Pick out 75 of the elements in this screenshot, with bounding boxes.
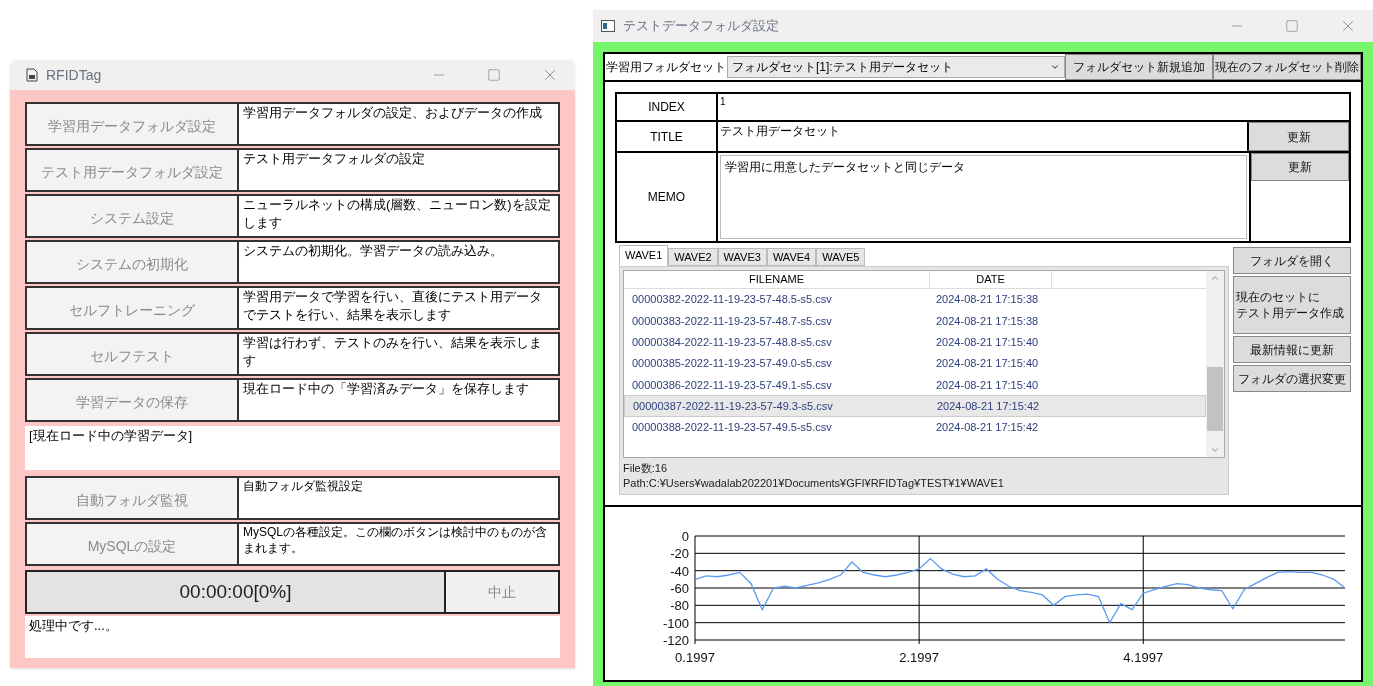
status-text: 処理中です...。: [25, 616, 560, 658]
file-row[interactable]: 00000385-2022-11-19-23-57-49.0-s5.csv 2024-08-21 17:15:40: [624, 352, 1206, 375]
caret-icon[interactable]: [1210, 273, 1220, 283]
window-title: テストデータフォルダ設定: [623, 17, 779, 36]
tick-label: -60: [670, 580, 689, 596]
tick-label: -120: [662, 632, 689, 648]
file-row[interactable]: 00000387-2022-11-19-23-57-49.3-s5.csv 2024-08-21 17:15:42: [624, 395, 1206, 417]
date-cell-text: 2024-08-21 17:15:42: [936, 398, 1041, 414]
folder-set-label: 学習用フォルダセット: [605, 59, 727, 76]
description-text: 学習用データフォルダの設定、およびデータの作成: [239, 102, 560, 146]
file-count-text: File数:16: [623, 461, 669, 476]
filename-cell-text: 00000384-2022-11-19-23-57-48.8-s5.csv: [631, 335, 833, 350]
tick-label: 0: [681, 528, 689, 544]
date-cell-text: 2024-08-21 17:15:40: [935, 377, 1040, 393]
tab[interactable]: WAVE3: [717, 248, 767, 266]
filename-cell-text: 00000385-2022-11-19-23-57-49.0-s5.csv: [631, 356, 833, 372]
maximize-icon[interactable]: [487, 68, 501, 82]
folder-set-dropdown[interactable]: フォルダセット[1]:テスト用データセット: [727, 56, 1065, 78]
tick-label: 4.1997: [1123, 649, 1164, 665]
description-text: 学習用データで学習を行い、直後にテスト用データでテストを行い、結果を表示します: [239, 286, 560, 330]
tick-label: 2.1997: [899, 649, 939, 665]
tick-label: -20: [670, 545, 689, 561]
description-text: ニューラルネットの構成(層数、ニューロン数)を設定します: [239, 194, 560, 238]
filename-cell-text: 00000387-2022-11-19-23-57-49.3-s5.csv: [632, 398, 834, 414]
field-label: MEMO: [617, 153, 718, 241]
file-row[interactable]: 00000384-2022-11-19-23-57-48.8-s5.csv 2024-08-21 17:15:40: [624, 331, 1206, 353]
tick-label: 0.1997: [675, 649, 715, 665]
update-button[interactable]: 更新: [1251, 153, 1349, 181]
date-cell-text: 2024-08-21 17:15:42: [935, 420, 1040, 436]
description-text: 自動フォルダ監視設定: [239, 476, 560, 520]
field-label: INDEX: [617, 94, 718, 120]
loaded-data-field: [現在ロード中の学習データ]: [25, 426, 560, 470]
tick-label: -40: [670, 563, 689, 579]
date-cell-text: 2024-08-21 17:15:40: [935, 335, 1040, 350]
file-row[interactable]: 00000386-2022-11-19-23-57-49.1-s5.csv 2024-08-21 17:15:40: [624, 374, 1206, 396]
description-text: システムの初期化。学習データの読み込み。: [239, 240, 560, 284]
filename-cell-text: 00000383-2022-11-19-23-57-48.7-s5.csv: [631, 313, 833, 329]
date-cell-text: 2024-08-21 17:15:38: [935, 313, 1040, 329]
side-button[interactable]: 最新情報に更新: [1233, 336, 1351, 363]
tick-label: -100: [662, 615, 689, 631]
description-text: 学習は行わず、テストのみを行い、結果を表示します: [239, 332, 560, 376]
side-button[interactable]: フォルダの選択変更: [1233, 365, 1351, 392]
column-header[interactable]: FILENAME: [624, 271, 930, 288]
date-cell-text: 2024-08-21 17:15:40: [935, 356, 1040, 372]
progress-display: 00:00:00[0%]: [25, 570, 446, 614]
file-row[interactable]: 00000388-2022-11-19-23-57-49.5-s5.csv 2024-08-21 17:15:42: [624, 416, 1206, 439]
path-text: Path:C:¥Users¥wadalab202201¥Documents¥GFI¥RFIDTag¥TEST¥1¥WAVE1: [623, 476, 1005, 491]
caret-icon[interactable]: [1210, 445, 1220, 455]
caret-icon: [1050, 62, 1060, 72]
window-title: RFIDTag: [46, 65, 102, 85]
scrollbar[interactable]: [1206, 271, 1224, 457]
folder-set-button[interactable]: 現在のフォルダセット削除: [1213, 54, 1361, 80]
file-row[interactable]: 00000382-2022-11-19-23-57-48.5-s5.csv 2024-08-21 17:15:38: [624, 289, 1206, 311]
tab[interactable]: WAVE1: [619, 245, 669, 266]
tab[interactable]: WAVE4: [766, 248, 817, 266]
tick-label: -80: [670, 597, 689, 613]
filename-cell-text: 00000386-2022-11-19-23-57-49.1-s5.csv: [631, 377, 833, 393]
document-icon: [26, 68, 38, 82]
date-cell-text: 2024-08-21 17:15:38: [935, 292, 1040, 308]
filename-cell-text: 00000388-2022-11-19-23-57-49.5-s5.csv: [631, 420, 833, 436]
folder-set-button[interactable]: フォルダセット新規追加: [1065, 54, 1213, 80]
maximize-icon[interactable]: [1285, 19, 1299, 33]
file-row[interactable]: 00000383-2022-11-19-23-57-48.7-s5.csv 2024-08-21 17:15:38: [624, 310, 1206, 332]
filename-cell-text: 00000382-2022-11-19-23-57-48.5-s5.csv: [631, 292, 833, 308]
window-icon: [601, 20, 615, 32]
index-value: 1: [719, 95, 727, 109]
tab[interactable]: WAVE5: [816, 248, 866, 266]
side-button[interactable]: 現在のセットに テスト用データ作成: [1233, 276, 1351, 334]
side-button[interactable]: フォルダを開く: [1233, 247, 1351, 274]
description-text: 現在ロード中の「学習済みデータ」を保存します: [239, 378, 560, 422]
memo-field[interactable]: 学習用に用意したデータセットと同じデータ: [720, 155, 1247, 239]
tab[interactable]: WAVE2: [668, 248, 718, 266]
column-header[interactable]: DATE: [930, 271, 1052, 288]
description-text: テスト用データフォルダの設定: [239, 148, 560, 192]
description-text: MySQLの各種設定。この欄のボタンは検討中のものが含まれます。: [239, 522, 560, 566]
